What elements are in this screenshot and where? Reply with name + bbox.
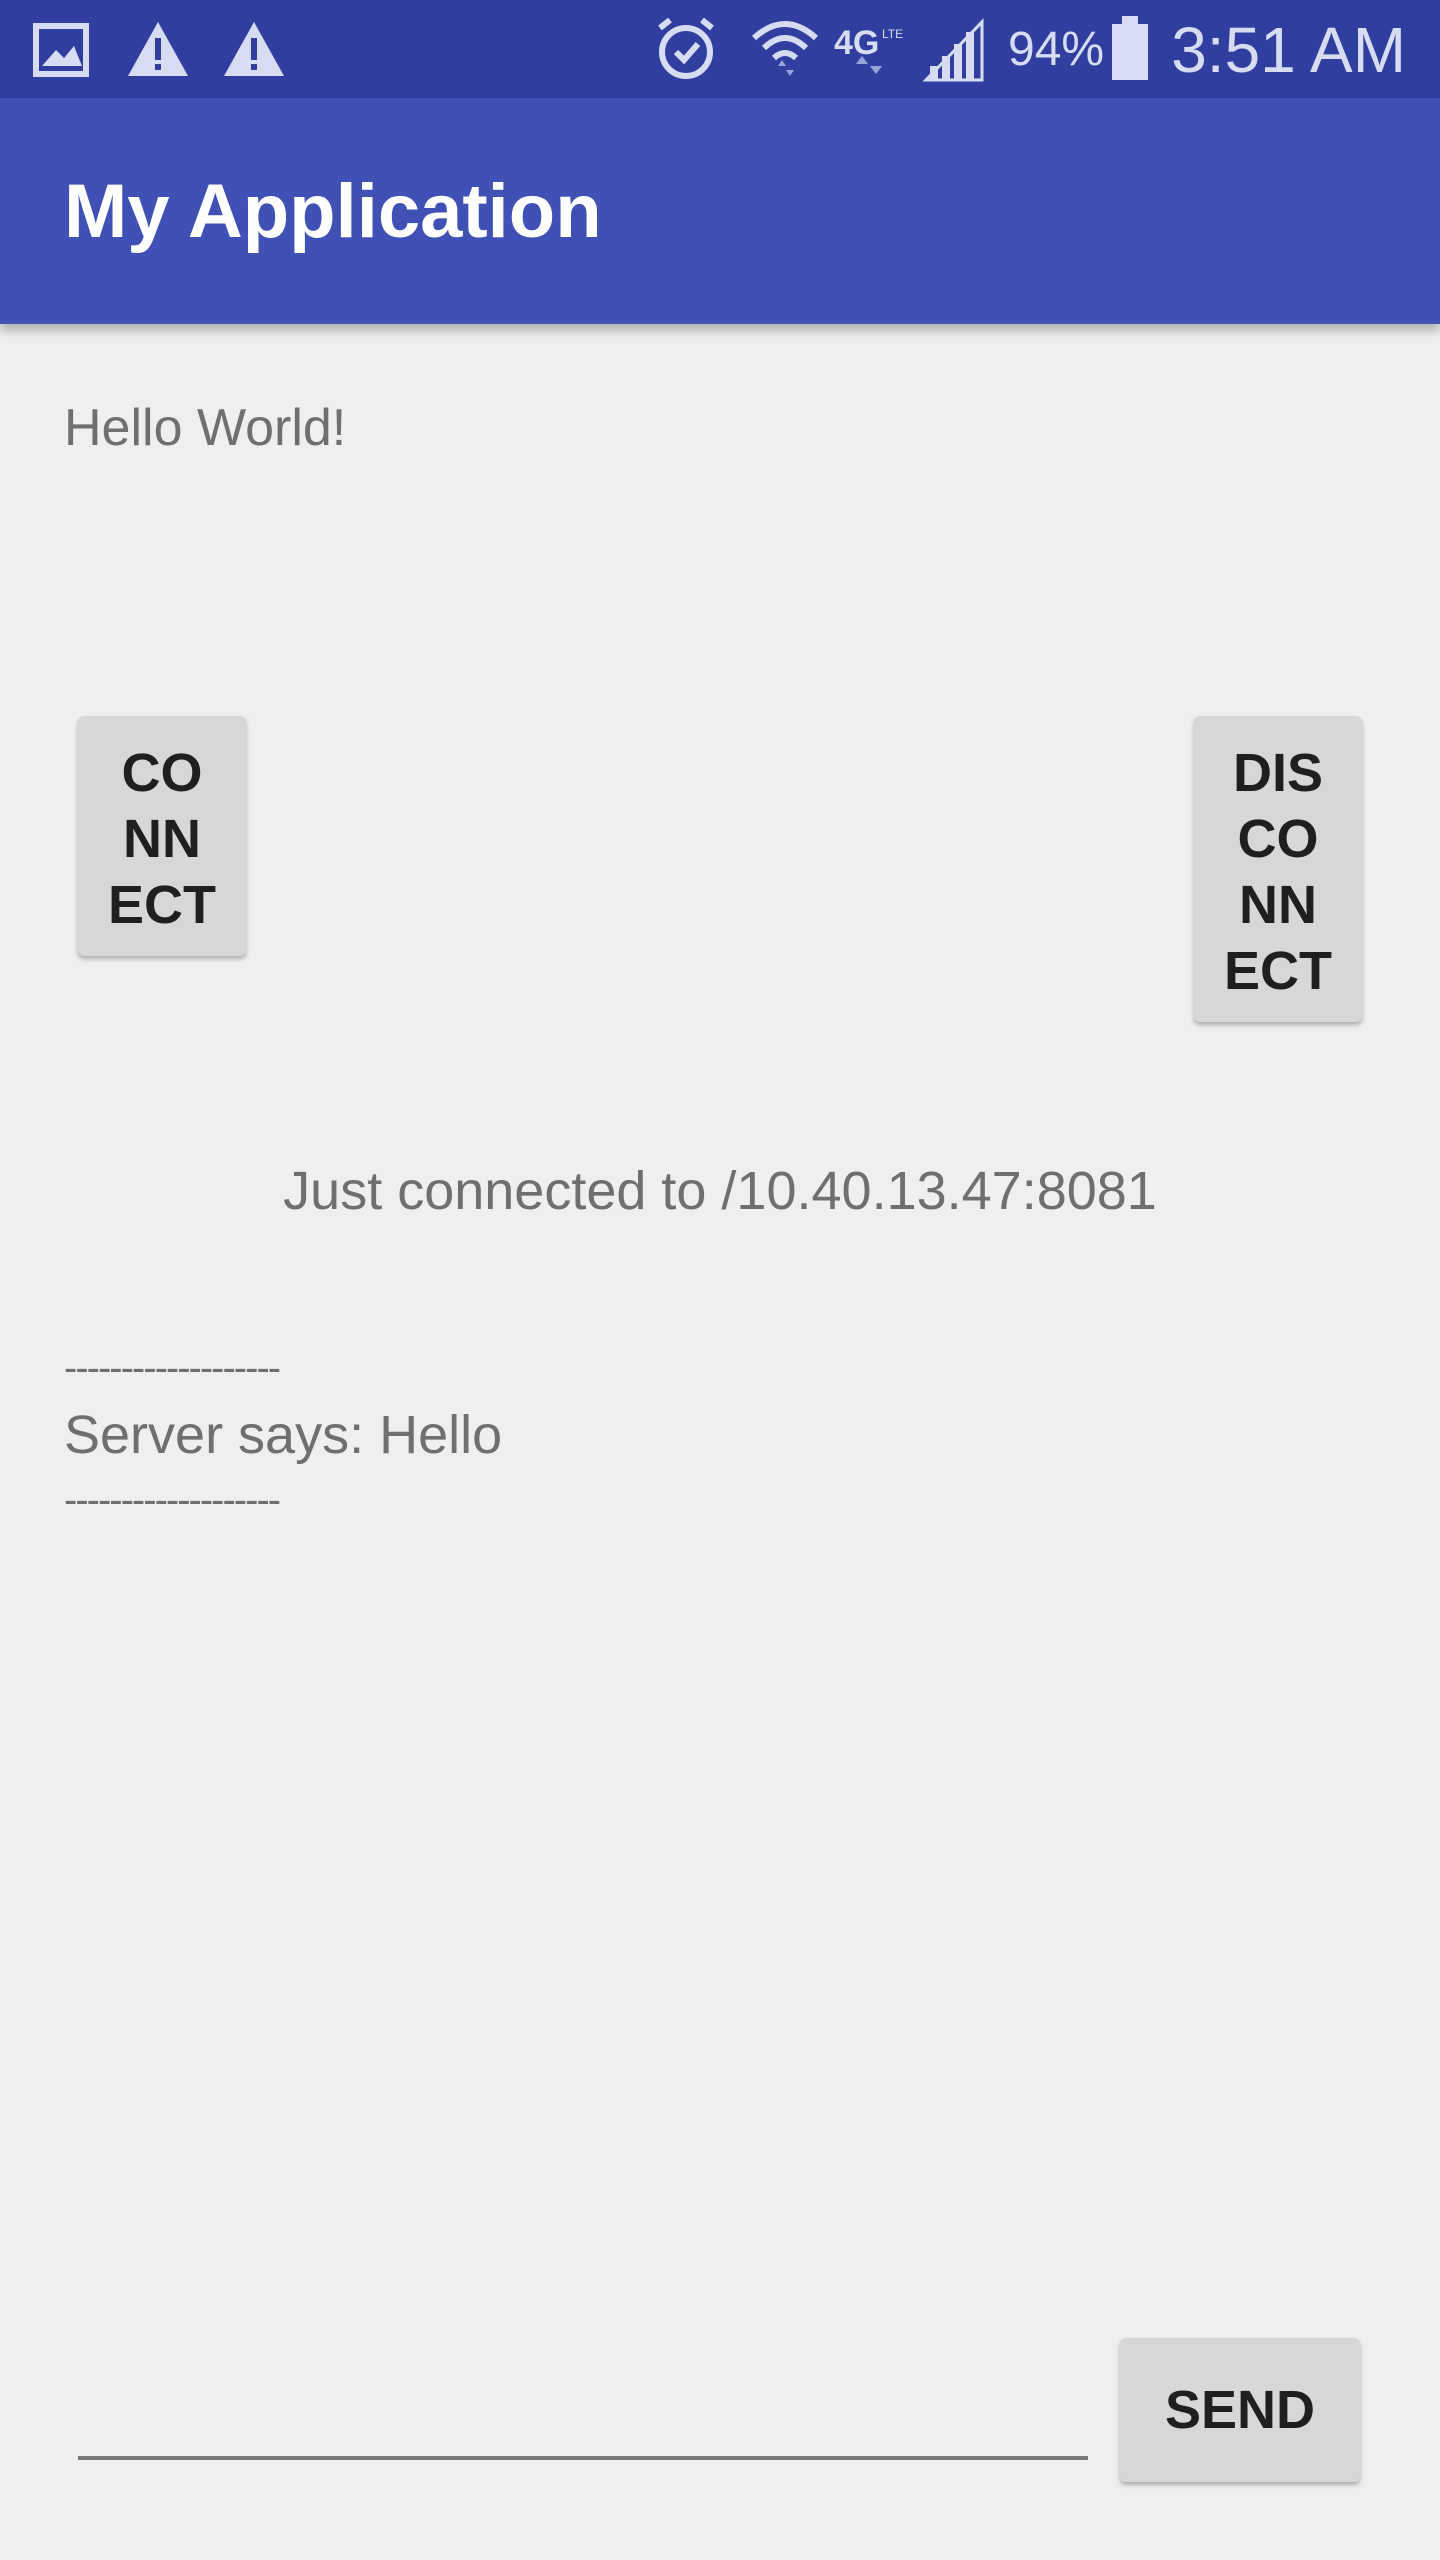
status-bar: 4G LTE 94% 3:51 AM xyxy=(0,0,1440,98)
disconnect-button-label-line: DIS xyxy=(1232,743,1324,803)
app-screen: 4G LTE 94% 3:51 AM My Application Hello … xyxy=(0,0,1440,2560)
app-bar: My Application xyxy=(0,98,1440,324)
wifi-icon xyxy=(751,21,819,76)
connection-status-text: Just connected to /10.40.13.47:8081 xyxy=(283,1161,1157,1221)
log-separator-top: ------------------- xyxy=(64,1346,281,1390)
warning-icon xyxy=(224,22,284,76)
connect-button[interactable]: CO NN ECT xyxy=(78,716,246,956)
disconnect-button-label-line: CO xyxy=(1237,809,1319,869)
server-message-text: Server says: Hello xyxy=(64,1405,503,1465)
disconnect-button-label-line: NN xyxy=(1239,875,1317,935)
log-separator-bottom: ------------------- xyxy=(64,1478,281,1522)
svg-text:4G: 4G xyxy=(834,24,879,62)
battery-icon xyxy=(1112,16,1148,80)
connect-button-label-line: ECT xyxy=(108,875,216,935)
disconnect-button-label-line: ECT xyxy=(1224,941,1332,1001)
connect-button-label-line: NN xyxy=(123,809,201,869)
connect-button-label-line: CO xyxy=(121,743,203,803)
app-title: My Application xyxy=(64,169,602,254)
battery-percent: 94% xyxy=(1008,23,1105,76)
message-input[interactable] xyxy=(78,2360,1088,2460)
clock: 3:51 AM xyxy=(1171,14,1406,86)
gallery-icon xyxy=(33,23,89,77)
cell-signal-icon xyxy=(922,18,984,82)
hello-text: Hello World! xyxy=(64,399,347,457)
send-button[interactable]: SEND xyxy=(1120,2338,1360,2482)
warning-icon xyxy=(128,22,188,76)
4g-lte-icon: 4G LTE xyxy=(834,24,903,74)
alarm-icon xyxy=(658,17,714,79)
svg-text:LTE: LTE xyxy=(882,27,903,41)
disconnect-button[interactable]: DIS CO NN ECT xyxy=(1194,716,1362,1022)
